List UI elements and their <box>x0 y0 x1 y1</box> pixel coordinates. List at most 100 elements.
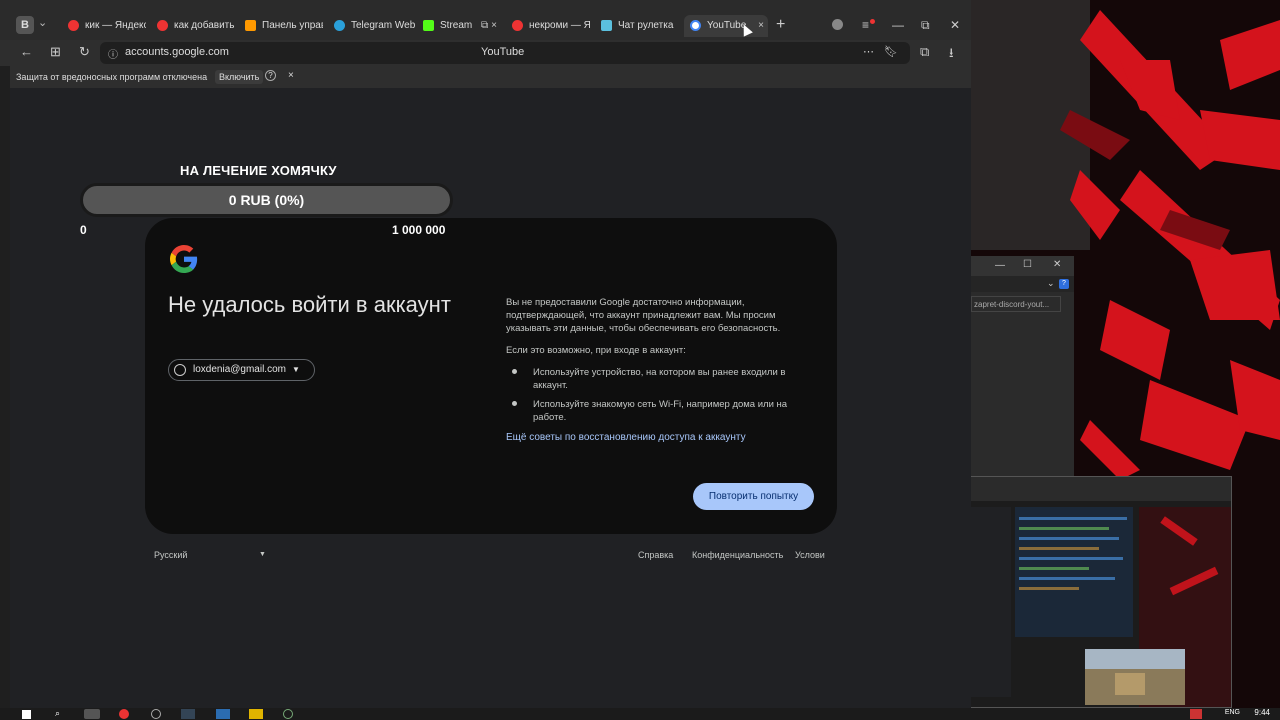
help-icon[interactable]: ? <box>265 70 276 81</box>
chevron-down-icon[interactable]: ⌄ <box>1047 278 1055 289</box>
notification-dot <box>870 19 875 24</box>
tab-3[interactable]: Telegram Web <box>334 15 416 37</box>
minimize-icon[interactable]: — <box>995 260 1005 271</box>
devtools-titlebar: — ☐ ✕ <box>971 256 1074 276</box>
game-preview <box>1085 649 1185 705</box>
recovery-tips-link[interactable]: Ещё советы по восстановлению доступа к а… <box>506 432 746 443</box>
cast-icon[interactable]: ⧉ <box>481 20 488 31</box>
yandex-icon <box>512 19 523 31</box>
bullet-icon <box>512 401 517 406</box>
profile-avatar[interactable] <box>832 19 843 30</box>
language-indicator[interactable]: ENG <box>1225 709 1240 716</box>
google-icon <box>690 19 701 31</box>
terms-link[interactable]: Услови <box>795 550 825 560</box>
tab-6[interactable]: Чат рулетка <box>601 15 679 37</box>
tab-bar: B ⌄ кик — Яндекс как добавить Панель упр… <box>0 0 971 40</box>
kick-icon <box>423 19 434 31</box>
help-link[interactable]: Справка <box>638 550 673 560</box>
tab-label: Панель управ <box>262 20 323 31</box>
tab-label: как добавить <box>174 20 235 31</box>
app-taskbar-icon[interactable] <box>216 709 230 719</box>
back-icon[interactable]: ← <box>20 44 33 59</box>
close-tab-icon[interactable]: × <box>758 15 764 37</box>
headset-taskbar-icon[interactable] <box>283 709 293 719</box>
devtools-toolbar: ⌄ ? <box>971 276 1074 292</box>
more-icon[interactable]: ⋯ <box>863 45 874 58</box>
reload-icon[interactable]: ↻ <box>79 44 90 60</box>
tab-label: Чат рулетка <box>618 20 674 31</box>
steam-taskbar-icon[interactable] <box>181 709 195 719</box>
privacy-link[interactable]: Конфиденциальность <box>692 550 783 560</box>
bookmark-icon[interactable]: 🔖︎ <box>884 45 898 58</box>
devtools-window: — ☐ ✕ ⌄ ? zapret-discord-yout... <box>971 256 1074 476</box>
tip-item: Используйте устройство, на котором вы ра… <box>533 367 786 391</box>
tab-0[interactable]: кик — Яндекс <box>68 15 146 37</box>
tabs-overview-icon[interactable]: ⊞ <box>50 44 61 60</box>
yandex-icon <box>68 19 79 31</box>
security-infobar: Защита от вредоносных программ отключена… <box>10 66 971 88</box>
tab-label: кик — Яндекс <box>85 20 146 31</box>
restore-icon[interactable]: ⧉ <box>921 18 930 33</box>
signin-error-title: Не удалось войти в аккаунт <box>168 292 451 317</box>
extensions-icon[interactable]: ⧉ <box>920 44 929 60</box>
clock[interactable]: 9:44 <box>1254 708 1270 717</box>
browser-menu-button[interactable]: B <box>16 16 34 34</box>
yandex-icon <box>157 19 168 31</box>
close-tab-icon[interactable]: × <box>491 15 497 37</box>
donation-progress-label: 0 RUB (0%) <box>228 192 305 208</box>
page-title: YouTube <box>481 46 525 58</box>
account-email: loxdenia@gmail.com <box>193 364 286 375</box>
donation-goal: 1 000 000 <box>392 223 446 237</box>
tab-label: некроми — Ян <box>529 20 590 31</box>
devtools-search[interactable]: zapret-discord-yout... <box>971 296 1061 312</box>
telegram-icon <box>334 19 345 31</box>
chevron-down-icon: ▼ <box>291 365 300 374</box>
retry-button[interactable]: Повторить попытку <box>693 483 814 510</box>
account-circle-icon <box>174 364 186 376</box>
close-icon[interactable]: ✕ <box>950 18 960 32</box>
browser-taskbar-icon[interactable] <box>84 709 100 719</box>
chat-icon <box>601 19 612 31</box>
language-select[interactable]: Русский ▼ <box>154 550 266 560</box>
bullet-icon <box>512 369 517 374</box>
url-text[interactable]: accounts.google.com <box>125 46 229 58</box>
close-icon[interactable]: ✕ <box>1053 259 1061 270</box>
tab-label: Stream <box>440 20 473 31</box>
yandex-taskbar-icon[interactable] <box>119 709 129 719</box>
account-chip[interactable]: loxdenia@gmail.com ▼ <box>168 359 315 381</box>
tab-4[interactable]: Stream ⧉ × <box>423 15 501 37</box>
site-info-icon[interactable]: ⓘ <box>108 46 118 61</box>
tip-item: Используйте знакомую сеть Wi-Fi, наприме… <box>533 399 788 423</box>
donation-progress-bar: 0 RUB (0%) <box>80 183 453 217</box>
tips-intro: Если это возможно, при входе в аккаунт: <box>506 345 686 356</box>
donation-title: НА ЛЕЧЕНИЕ ХОМЯЧКУ <box>180 163 337 178</box>
donation-min: 0 <box>80 223 87 237</box>
language-label: Русский <box>154 550 188 560</box>
preview-code-panel <box>1015 507 1133 637</box>
chevron-down-icon[interactable]: ⌄ <box>38 16 47 29</box>
tab-7-active[interactable]: YouTube × <box>684 15 768 37</box>
browser-window: B ⌄ кик — Яндекс как добавить Панель упр… <box>0 0 971 720</box>
taskbar: ⌕ ENG 9:44 <box>0 708 1280 720</box>
tab-5[interactable]: некроми — Ян <box>512 15 590 37</box>
address-bar[interactable]: ⓘ accounts.google.com YouTube ⋯ 🔖︎ <box>100 42 910 64</box>
help-icon[interactable]: ? <box>1059 279 1069 289</box>
new-tab-icon[interactable]: + <box>776 16 785 34</box>
tab-1[interactable]: как добавить <box>157 15 235 37</box>
tab-2[interactable]: Панель управ <box>245 15 323 37</box>
tab-label: Telegram Web <box>351 20 416 31</box>
enable-protection-button[interactable]: Включить <box>215 70 264 84</box>
google-logo-icon <box>170 245 198 273</box>
maximize-icon[interactable]: ☐ <box>1023 259 1032 270</box>
minimize-icon[interactable]: — <box>892 18 904 32</box>
infobar-text: Защита от вредоносных программ отключена <box>16 72 208 82</box>
menu-icon[interactable]: ≡ <box>862 18 869 32</box>
close-infobar-icon[interactable]: × <box>288 70 294 81</box>
download-icon[interactable]: ⭳ <box>949 44 954 66</box>
folder-taskbar-icon[interactable] <box>249 709 263 719</box>
search-icon[interactable]: ⌕ <box>55 708 60 719</box>
tray-icon[interactable] <box>1190 709 1202 719</box>
obs-taskbar-icon[interactable] <box>151 709 161 719</box>
panel-icon <box>245 19 256 31</box>
start-icon[interactable] <box>22 710 31 719</box>
